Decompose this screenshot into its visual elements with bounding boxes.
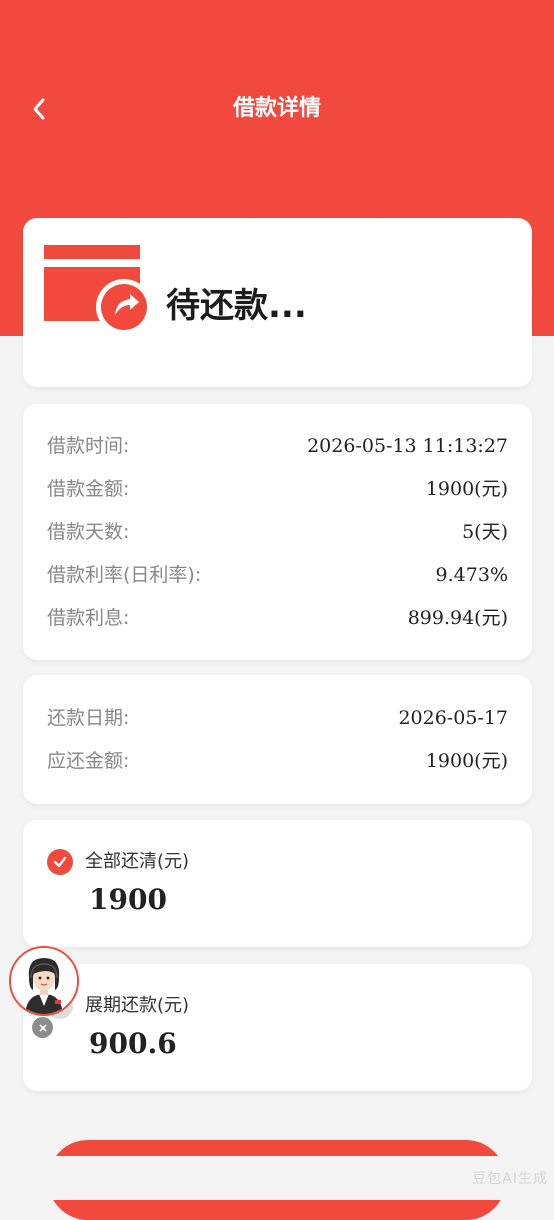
option-label: 展期还款(元) [85,995,190,1016]
option-amount: 1900 [89,883,167,916]
info-row-loan-amount: 借款金额: 1900(元) [47,475,508,503]
option-full-repayment[interactable]: 全部还清(元) 1900 [23,820,532,947]
row-label: 借款天数: [47,521,130,543]
customer-service-avatar[interactable] [9,946,79,1016]
watermark: 豆包AI生成 [472,1171,548,1187]
agent-portrait-icon [11,948,77,1014]
option-label: 全部还清(元) [85,851,190,872]
row-label: 还款日期: [47,707,130,729]
row-value: 899.94(元) [407,607,508,629]
row-value: 2026-05-17 [398,707,508,729]
repay-info-card: 还款日期: 2026-05-17 应还金额: 1900(元) [23,675,532,804]
row-value: 1900(元) [425,750,508,772]
info-row-interest: 借款利息: 899.94(元) [47,604,508,632]
row-value: 1900(元) [425,478,508,500]
loan-info-card: 借款时间: 2026-05-13 11:13:27 借款金额: 1900(元) … [23,404,532,660]
info-row-interest-rate: 借款利率(日利率): 9.473% [47,561,508,589]
card-refresh-icon [44,245,152,335]
row-label: 借款利率(日利率): [47,564,202,586]
page-title: 借款详情 [232,96,321,121]
info-row-loan-days: 借款天数: 5(天) [47,518,508,546]
info-row-repay-amount: 应还金额: 1900(元) [47,747,508,775]
bottom-fade [0,1156,554,1200]
row-label: 应还金额: [47,750,130,772]
row-value: 5(天) [462,521,508,543]
option-amount: 900.6 [89,1027,177,1060]
row-label: 借款金额: [47,478,130,500]
row-label: 借款时间: [47,435,130,457]
info-row-repay-date: 还款日期: 2026-05-17 [47,704,508,732]
close-icon[interactable] [32,1017,53,1038]
check-icon[interactable] [47,849,73,875]
info-row-loan-time: 借款时间: 2026-05-13 11:13:27 [47,432,508,460]
row-value: 9.473% [435,564,508,586]
row-label: 借款利息: [47,607,130,629]
status-text: 待还款... [166,286,307,326]
option-extension-repayment[interactable]: 展期还款(元) 900.6 [23,964,532,1091]
row-value: 2026-05-13 11:13:27 [307,435,508,457]
